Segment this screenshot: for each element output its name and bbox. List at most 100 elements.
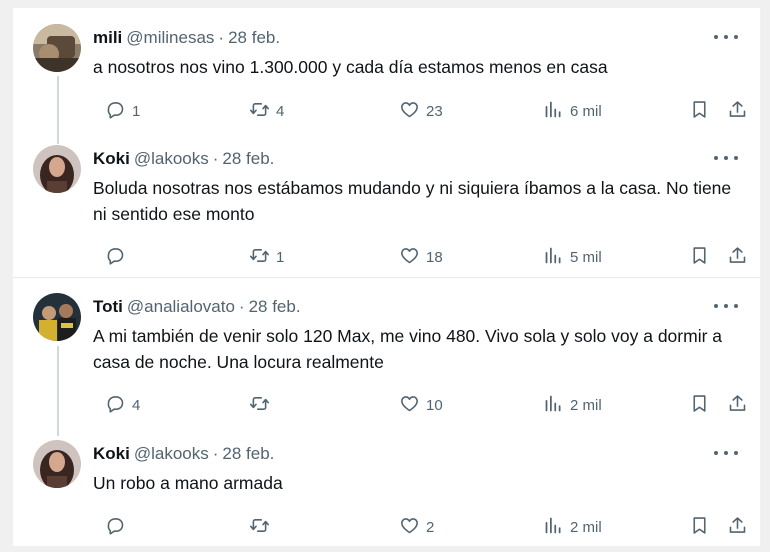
separator-dot: · — [238, 297, 245, 316]
bookmark-button[interactable] — [689, 244, 710, 270]
retweet-button[interactable] — [249, 392, 276, 418]
reply-count: 1 — [132, 102, 141, 120]
display-name[interactable]: Toti — [93, 297, 123, 319]
like-button[interactable]: 10 — [399, 392, 443, 418]
avatar[interactable] — [33, 440, 81, 488]
more-icon[interactable] — [714, 299, 738, 313]
separator-dot: · — [212, 444, 219, 463]
replies-panel: mili @milinesas · 28 feb. a nosotros nos… — [12, 8, 761, 546]
share-button[interactable] — [727, 98, 748, 124]
tweet-text: A mi también de venir solo 120 Max, me v… — [93, 326, 723, 372]
bookmark-icon — [689, 245, 710, 270]
retweet-count: 4 — [276, 102, 285, 120]
share-button[interactable] — [727, 392, 748, 418]
share-icon — [727, 393, 748, 418]
tweet-actions: 1 18 5 mil — [93, 244, 753, 270]
avatar[interactable] — [33, 24, 81, 72]
tweet-date[interactable]: 28 feb. — [222, 444, 274, 466]
reply-icon — [105, 393, 126, 418]
retweet-button[interactable]: 1 — [249, 244, 284, 270]
tweet[interactable]: Koki @lakooks · 28 feb. Boluda nosotras … — [13, 145, 760, 275]
tweet-header: Koki @lakooks · 28 feb. — [93, 444, 274, 466]
like-count: 2 — [426, 518, 435, 536]
tweet-header: Toti @analialovato · 28 feb. — [93, 297, 301, 319]
reply-icon — [105, 99, 126, 124]
retweet-count: 1 — [276, 248, 285, 266]
views-count: 5 mil — [570, 248, 602, 266]
views-button[interactable]: 2 mil — [543, 514, 602, 540]
views-button[interactable]: 6 mil — [543, 98, 602, 124]
user-handle[interactable]: @milinesas — [126, 28, 214, 50]
bookmark-button[interactable] — [689, 514, 710, 540]
like-count: 10 — [426, 396, 443, 414]
retweet-icon — [249, 515, 270, 540]
like-button[interactable]: 23 — [399, 98, 443, 124]
tweet-date[interactable]: 28 feb. — [222, 149, 274, 171]
views-button[interactable]: 2 mil — [543, 392, 602, 418]
reply-icon — [105, 515, 126, 540]
tweet-date[interactable]: 28 feb. — [249, 297, 301, 319]
views-count: 2 mil — [570, 396, 602, 414]
share-icon — [727, 245, 748, 270]
tweet-text: a nosotros nos vino 1.300.000 y cada día… — [93, 57, 608, 77]
divider — [13, 277, 760, 278]
tweet-text: Boluda nosotras nos estábamos mudando y … — [93, 178, 732, 224]
tweet-actions: 1 4 23 6 mil — [93, 98, 753, 124]
more-icon[interactable] — [714, 151, 738, 165]
retweet-icon — [249, 393, 270, 418]
reply-button[interactable]: 4 — [105, 392, 140, 418]
heart-icon — [399, 393, 420, 418]
avatar[interactable] — [33, 145, 81, 193]
bookmark-button[interactable] — [689, 392, 710, 418]
tweet-actions: 4 10 2 mil — [93, 392, 753, 418]
views-icon — [543, 99, 564, 124]
separator-dot: · — [212, 149, 219, 168]
user-handle[interactable]: @lakooks — [134, 149, 209, 171]
retweet-button[interactable]: 4 — [249, 98, 284, 124]
views-count: 2 mil — [570, 518, 602, 536]
tweet-header: Koki @lakooks · 28 feb. — [93, 149, 274, 171]
views-icon — [543, 393, 564, 418]
tweet[interactable]: mili @milinesas · 28 feb. a nosotros nos… — [13, 24, 760, 128]
retweet-icon — [249, 245, 270, 270]
more-icon[interactable] — [714, 446, 738, 460]
bookmark-icon — [689, 393, 710, 418]
tweet[interactable]: Koki @lakooks · 28 feb. Un robo a mano a… — [13, 440, 760, 540]
tweet[interactable]: Toti @analialovato · 28 feb. A mi tambié… — [13, 293, 760, 423]
user-handle[interactable]: @lakooks — [134, 444, 209, 466]
tweet-text: Un robo a mano armada — [93, 473, 283, 493]
avatar[interactable] — [33, 293, 81, 341]
reply-button[interactable] — [105, 514, 132, 540]
views-button[interactable]: 5 mil — [543, 244, 602, 270]
heart-icon — [399, 515, 420, 540]
separator-dot: · — [218, 28, 225, 47]
user-handle[interactable]: @analialovato — [127, 297, 235, 319]
reply-button[interactable] — [105, 244, 132, 270]
tweet-date[interactable]: 28 feb. — [228, 28, 280, 50]
share-icon — [727, 99, 748, 124]
bookmark-icon — [689, 99, 710, 124]
views-icon — [543, 245, 564, 270]
heart-icon — [399, 99, 420, 124]
reply-icon — [105, 245, 126, 270]
like-count: 18 — [426, 248, 443, 266]
bookmark-icon — [689, 515, 710, 540]
share-icon — [727, 515, 748, 540]
views-count: 6 mil — [570, 102, 602, 120]
display-name[interactable]: mili — [93, 28, 122, 50]
like-button[interactable]: 2 — [399, 514, 434, 540]
display-name[interactable]: Koki — [93, 444, 130, 466]
like-count: 23 — [426, 102, 443, 120]
views-icon — [543, 515, 564, 540]
share-button[interactable] — [727, 514, 748, 540]
like-button[interactable]: 18 — [399, 244, 443, 270]
bookmark-button[interactable] — [689, 98, 710, 124]
share-button[interactable] — [727, 244, 748, 270]
retweet-button[interactable] — [249, 514, 276, 540]
reply-count: 4 — [132, 396, 141, 414]
more-icon[interactable] — [714, 30, 738, 44]
display-name[interactable]: Koki — [93, 149, 130, 171]
tweet-actions: 2 2 mil — [93, 514, 753, 540]
reply-button[interactable]: 1 — [105, 98, 140, 124]
heart-icon — [399, 245, 420, 270]
